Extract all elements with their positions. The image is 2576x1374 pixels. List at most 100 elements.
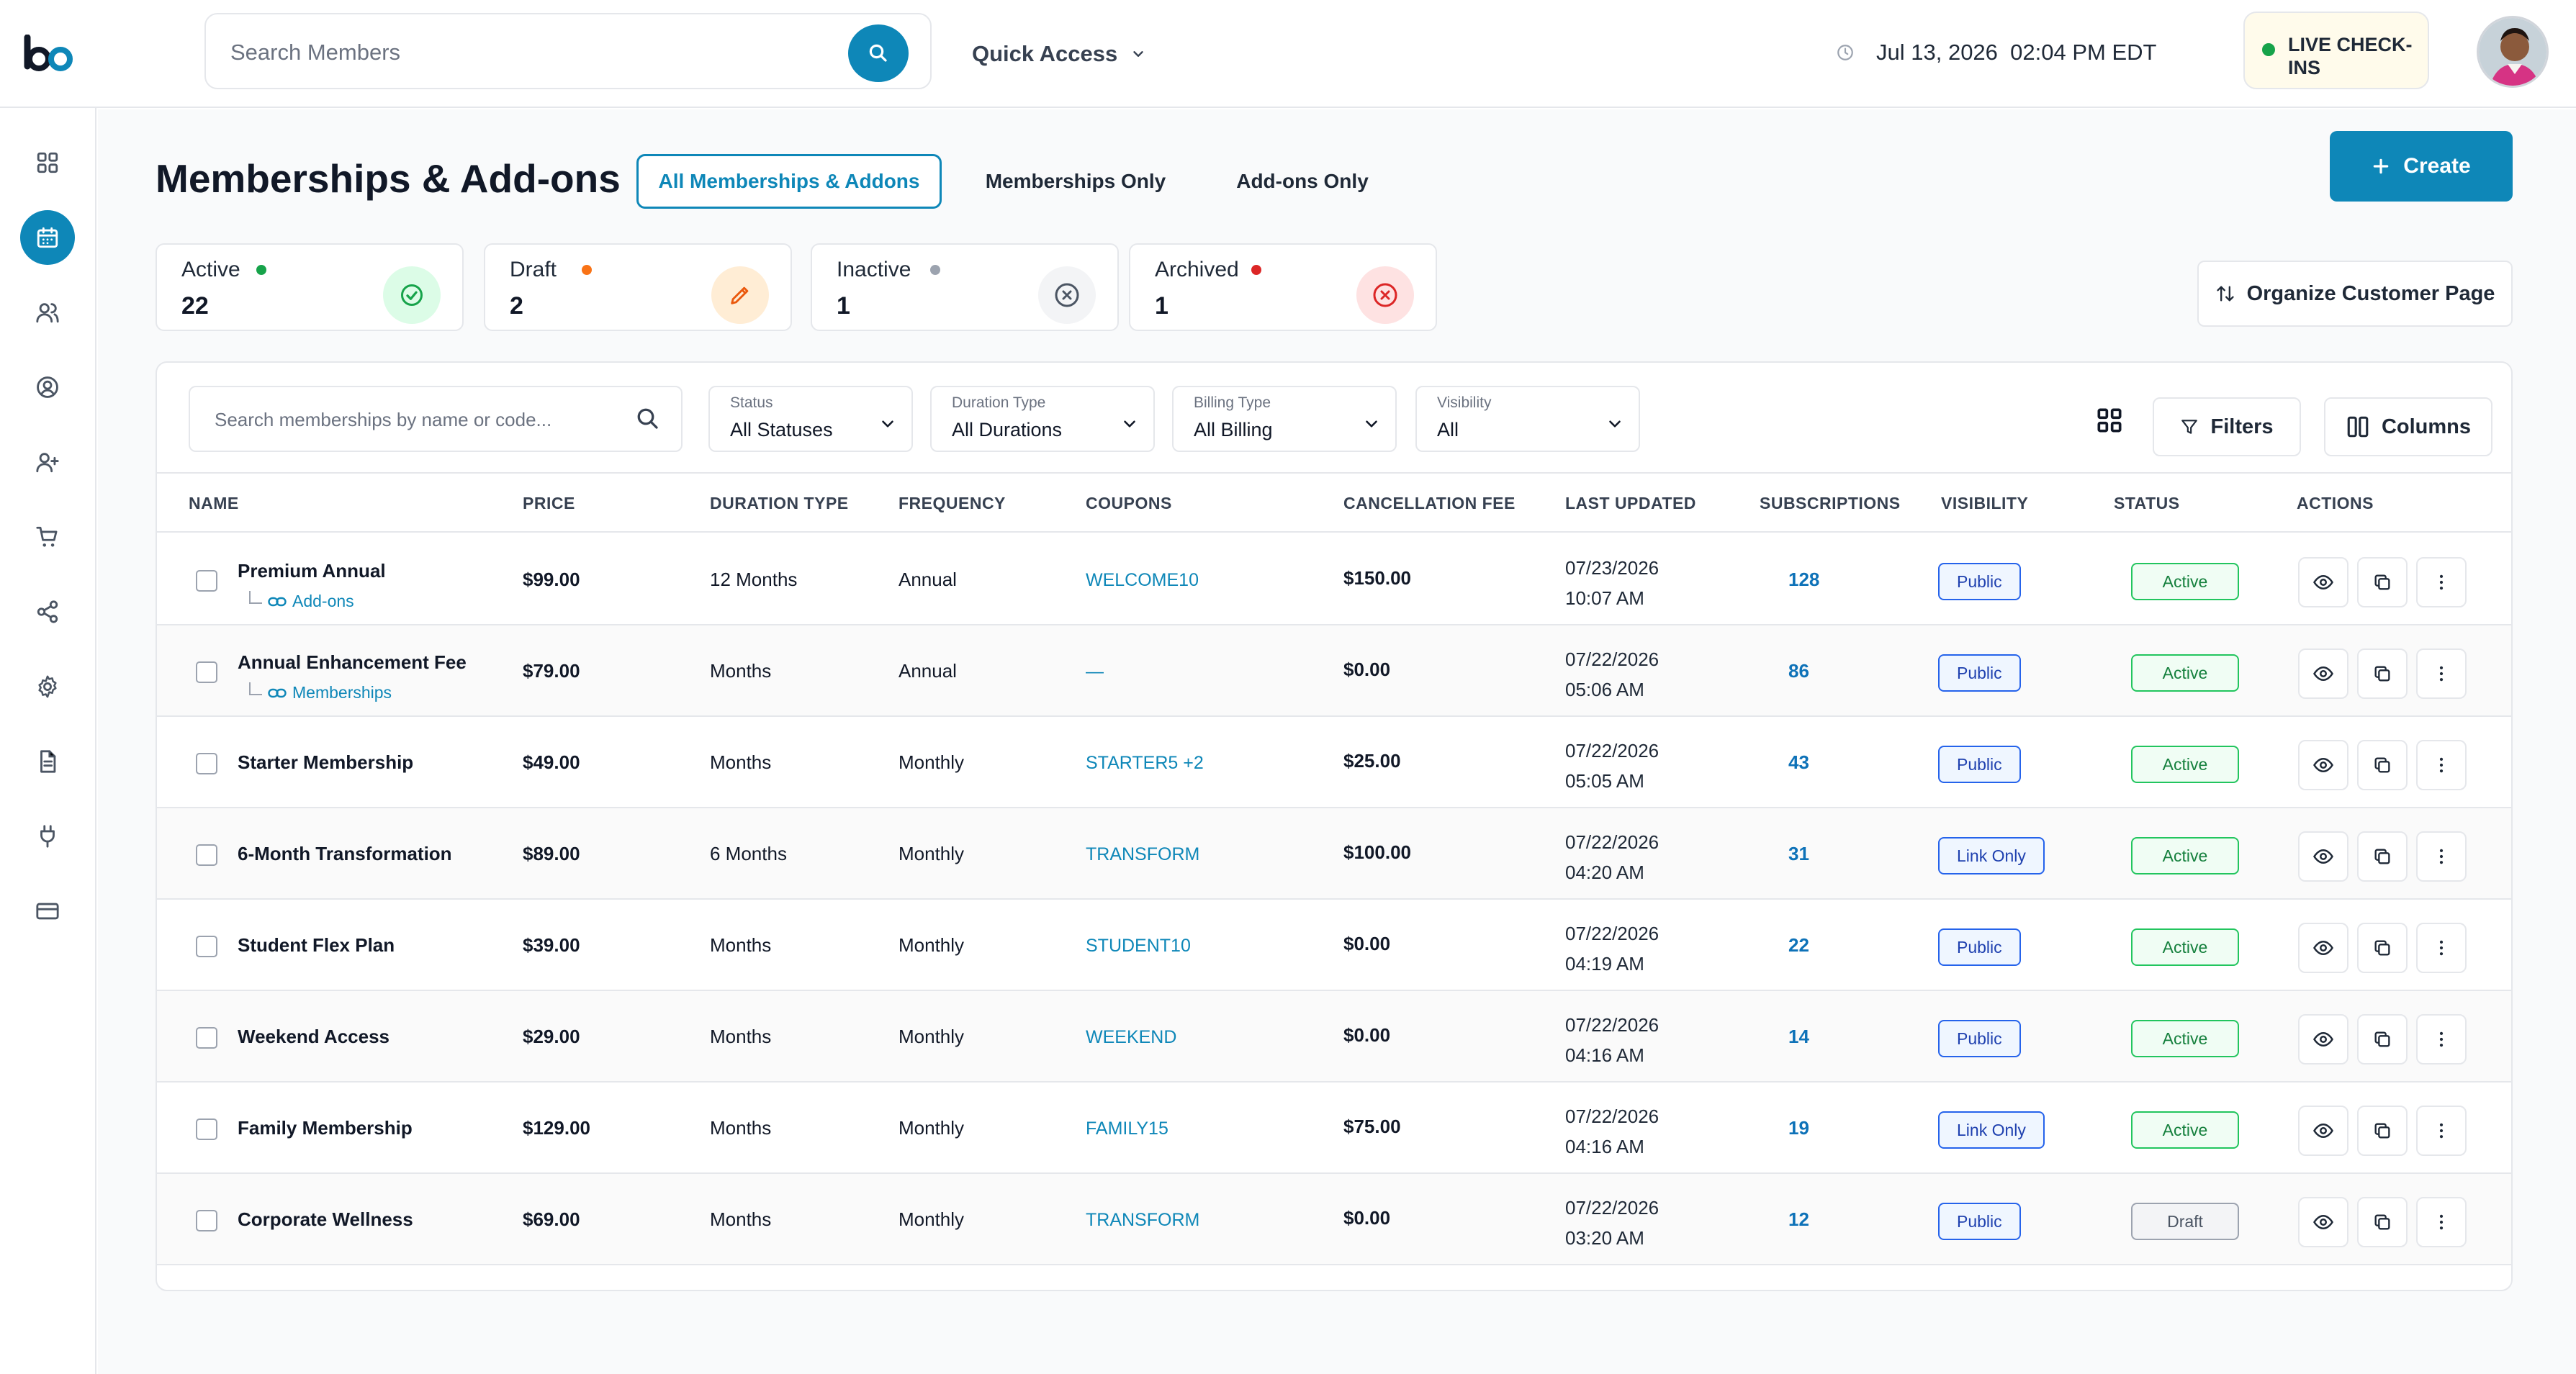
duplicate-button[interactable] <box>2357 740 2408 790</box>
organize-customer-page-button[interactable]: Organize Customer Page <box>2197 261 2513 327</box>
nav-share[interactable] <box>20 584 75 639</box>
more-actions-button[interactable] <box>2416 1106 2467 1156</box>
nav-add-member[interactable] <box>20 435 75 489</box>
view-button[interactable] <box>2298 1197 2348 1247</box>
column-header-duration-type[interactable]: DURATION TYPE <box>710 494 849 513</box>
view-button[interactable] <box>2298 831 2348 882</box>
table-row[interactable]: Family Membership $129.00 Months Monthly… <box>157 1083 2511 1174</box>
member-search-input[interactable] <box>230 36 806 69</box>
membership-search-input[interactable] <box>215 406 618 433</box>
membership-name[interactable]: 6-Month Transformation <box>238 843 452 865</box>
quick-access-dropdown[interactable]: Quick Access <box>972 37 1146 71</box>
column-header-frequency[interactable]: FREQUENCY <box>899 494 1006 513</box>
view-button[interactable] <box>2298 740 2348 790</box>
tab-addons-only[interactable]: Add-ons Only <box>1214 154 1391 209</box>
table-row[interactable]: Annual Enhancement Fee Memberships $79.0… <box>157 625 2511 717</box>
tab-all-memberships-addons[interactable]: All Memberships & Addons <box>636 154 942 209</box>
visibility-filter[interactable]: Visibility All <box>1415 386 1640 452</box>
brand-logo[interactable] <box>23 35 75 73</box>
table-row[interactable]: Starter Membership $49.00 Months Monthly… <box>157 717 2511 808</box>
grid-view-icon[interactable] <box>2094 404 2125 436</box>
table-row[interactable]: Weekend Access $29.00 Months Monthly WEE… <box>157 991 2511 1083</box>
column-header-cancellation-fee[interactable]: CANCELLATION FEE <box>1343 494 1516 513</box>
subscriptions-count[interactable]: 14 <box>1788 1026 1809 1048</box>
column-header-last-updated[interactable]: LAST UPDATED <box>1565 494 1696 513</box>
status-filter[interactable]: Status All Statuses <box>708 386 913 452</box>
membership-name[interactable]: Starter Membership <box>238 751 413 774</box>
subscriptions-count[interactable]: 12 <box>1788 1208 1809 1231</box>
row-checkbox[interactable] <box>196 936 217 957</box>
billing-type-filter[interactable]: Billing Type All Billing <box>1172 386 1397 452</box>
more-actions-button[interactable] <box>2416 1197 2467 1247</box>
search-icon[interactable] <box>635 406 661 432</box>
coupon-value[interactable]: STUDENT10 <box>1086 936 1191 957</box>
tab-memberships-only[interactable]: Memberships Only <box>969 154 1182 209</box>
table-row[interactable]: Student Flex Plan $39.00 Months Monthly … <box>157 900 2511 991</box>
duplicate-button[interactable] <box>2357 557 2408 607</box>
coupon-value[interactable]: WELCOME10 <box>1086 570 1199 591</box>
coupon-value[interactable]: — <box>1086 661 1104 682</box>
coupon-value[interactable]: STARTER5 +2 <box>1086 753 1204 774</box>
nav-dashboard[interactable] <box>20 135 75 190</box>
duplicate-button[interactable] <box>2357 923 2408 973</box>
row-checkbox[interactable] <box>196 753 217 774</box>
stat-card-archived[interactable]: Archived 1 <box>1129 243 1437 331</box>
duplicate-button[interactable] <box>2357 1106 2408 1156</box>
row-checkbox[interactable] <box>196 1027 217 1049</box>
membership-name[interactable]: Weekend Access <box>238 1026 389 1048</box>
column-header-price[interactable]: PRICE <box>523 494 575 513</box>
nav-profile[interactable] <box>20 360 75 415</box>
user-avatar[interactable] <box>2477 16 2549 88</box>
duplicate-button[interactable] <box>2357 1197 2408 1247</box>
membership-name[interactable]: Family Membership <box>238 1117 413 1139</box>
more-actions-button[interactable] <box>2416 648 2467 699</box>
view-button[interactable] <box>2298 1106 2348 1156</box>
nav-store[interactable] <box>20 510 75 564</box>
coupon-value[interactable]: TRANSFORM <box>1086 844 1199 865</box>
linked-items-link[interactable]: Add-ons <box>249 590 354 611</box>
duplicate-button[interactable] <box>2357 648 2408 699</box>
table-row[interactable]: 6-Month Transformation $89.00 6 Months M… <box>157 808 2511 900</box>
view-button[interactable] <box>2298 923 2348 973</box>
row-checkbox[interactable] <box>196 661 217 683</box>
nav-calendar[interactable] <box>20 210 75 265</box>
subscriptions-count[interactable]: 31 <box>1788 843 1809 865</box>
column-header-name[interactable]: NAME <box>189 494 239 513</box>
row-checkbox[interactable] <box>196 570 217 592</box>
membership-name[interactable]: Annual Enhancement Fee <box>238 651 467 674</box>
column-header-coupons[interactable]: COUPONS <box>1086 494 1172 513</box>
nav-billing[interactable] <box>20 884 75 939</box>
stat-card-inactive[interactable]: Inactive 1 <box>811 243 1119 331</box>
more-actions-button[interactable] <box>2416 557 2467 607</box>
live-checkins-button[interactable]: LIVE CHECK-INS <box>2243 12 2429 89</box>
more-actions-button[interactable] <box>2416 923 2467 973</box>
subscriptions-count[interactable]: 19 <box>1788 1117 1809 1139</box>
more-actions-button[interactable] <box>2416 831 2467 882</box>
stat-card-draft[interactable]: Draft 2 <box>484 243 792 331</box>
more-actions-button[interactable] <box>2416 1014 2467 1065</box>
view-button[interactable] <box>2298 557 2348 607</box>
coupon-value[interactable]: TRANSFORM <box>1086 1210 1199 1231</box>
nav-documents[interactable] <box>20 734 75 789</box>
nav-settings[interactable] <box>20 659 75 714</box>
stat-card-active[interactable]: Active 22 <box>156 243 464 331</box>
search-button[interactable] <box>848 24 909 82</box>
more-actions-button[interactable] <box>2416 740 2467 790</box>
nav-integrations[interactable] <box>20 809 75 864</box>
duplicate-button[interactable] <box>2357 831 2408 882</box>
membership-name[interactable]: Corporate Wellness <box>238 1208 413 1231</box>
columns-button[interactable]: Columns <box>2324 397 2492 456</box>
subscriptions-count[interactable]: 43 <box>1788 751 1809 774</box>
create-button[interactable]: Create <box>2330 131 2513 202</box>
table-row[interactable]: Premium Annual Add-ons $99.00 12 Months … <box>157 534 2511 625</box>
subscriptions-count[interactable]: 86 <box>1788 660 1809 682</box>
row-checkbox[interactable] <box>196 844 217 866</box>
membership-name[interactable]: Premium Annual <box>238 560 386 582</box>
coupon-value[interactable]: WEEKEND <box>1086 1027 1176 1048</box>
view-button[interactable] <box>2298 648 2348 699</box>
subscriptions-count[interactable]: 22 <box>1788 934 1809 957</box>
duplicate-button[interactable] <box>2357 1014 2408 1065</box>
table-row[interactable]: Corporate Wellness $69.00 Months Monthly… <box>157 1174 2511 1265</box>
filters-button[interactable]: Filters <box>2153 397 2301 456</box>
column-header-subscriptions[interactable]: SUBSCRIPTIONS <box>1760 494 1901 513</box>
